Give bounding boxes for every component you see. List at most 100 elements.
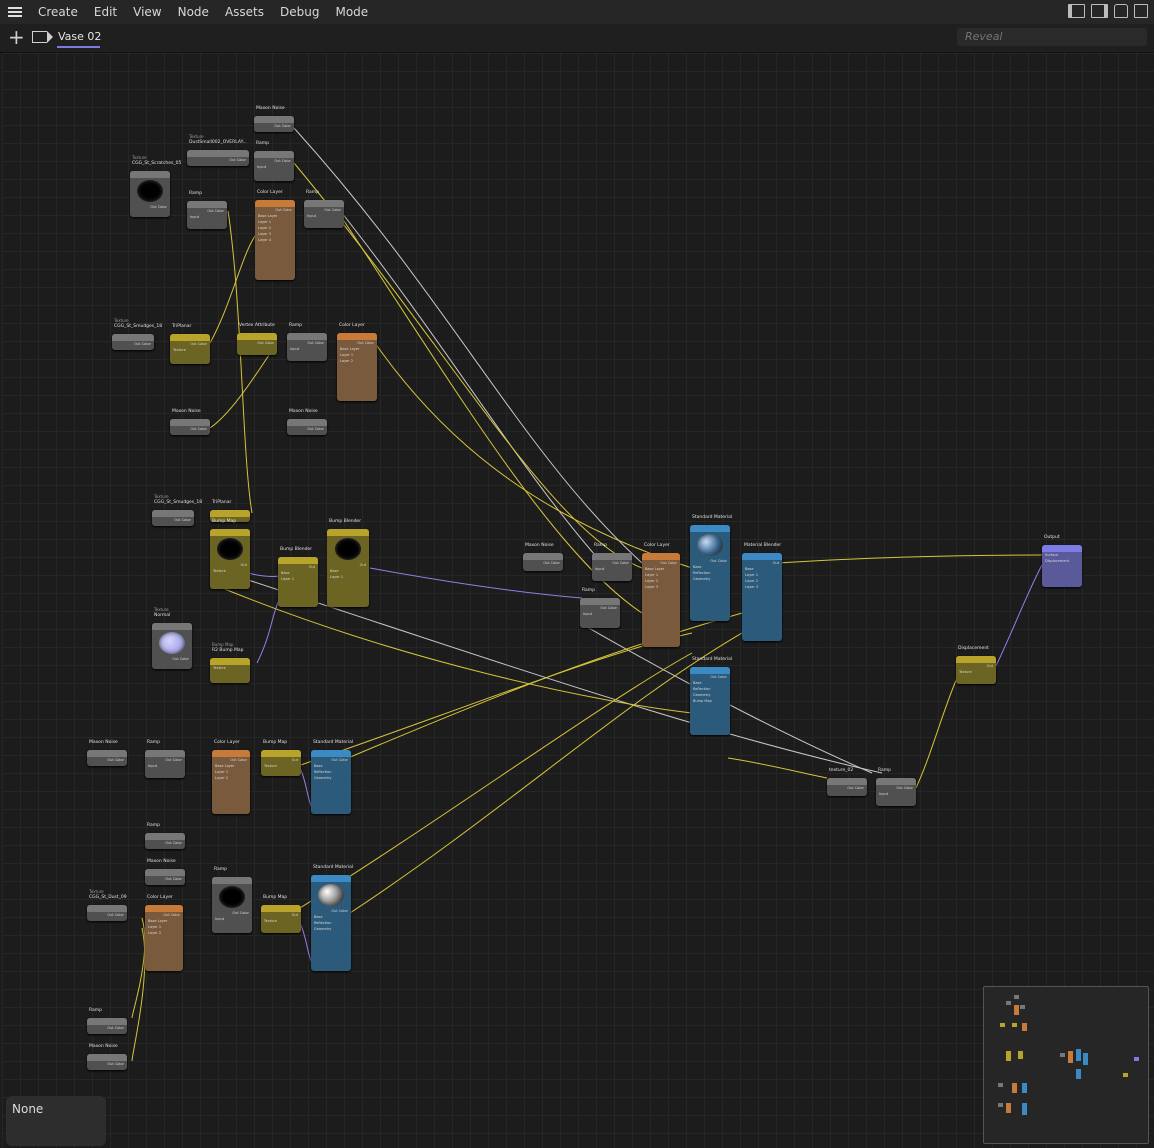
menu-create[interactable]: Create	[30, 5, 86, 19]
minimap-node	[1014, 995, 1019, 999]
menu-debug[interactable]: Debug	[272, 5, 327, 19]
node-maxon-noise[interactable]: Maxon Noise Out Color	[254, 106, 294, 132]
node-bump-blender[interactable]: Bump Blender Out Base Layer 1	[278, 547, 318, 607]
node-output[interactable]: Output Surface Displacement	[1042, 535, 1082, 587]
texture-preview-thumbnail	[137, 180, 163, 202]
node-bump-map[interactable]: Bump Map R2 Bump Map Texture	[210, 642, 250, 683]
node-bump-map[interactable]: Bump Map Out Texture	[261, 895, 301, 933]
minimap-node	[1134, 1057, 1139, 1061]
node-texture[interactable]: texture_02 Out Color	[827, 768, 867, 796]
node-bump-map[interactable]: Bump Map Out Texture	[261, 740, 301, 776]
node-color-layer[interactable]: Color Layer Out Color Base Layer Layer 1…	[212, 740, 250, 814]
texture-preview-thumbnail	[335, 538, 361, 560]
node-ramp[interactable]: Ramp Out Color	[87, 1008, 127, 1034]
menu-bar: Create Edit View Node Assets Debug Mode	[0, 0, 1154, 24]
node-texture[interactable]: Texture CGG_St_Smudges_18 Out Color	[152, 494, 202, 526]
node-maxon-noise[interactable]: Maxon Noise Out Color	[87, 740, 127, 766]
node-normal[interactable]: Texture Normal Out Color	[152, 607, 192, 669]
material-preview-thumbnail	[697, 534, 723, 556]
node-ramp[interactable]: Ramp Out Color Input	[212, 867, 252, 933]
node-maxon-noise[interactable]: Maxon Noise Out Color	[287, 409, 327, 435]
selection-status-text: None	[12, 1102, 44, 1116]
tag-icon[interactable]	[32, 31, 53, 43]
node-standard-material[interactable]: Standard Material Out Color Base Reflect…	[311, 865, 353, 971]
wire	[256, 597, 281, 664]
node-color-layer[interactable]: Color Layer Out Color Base Layer Layer 1…	[337, 323, 377, 401]
node-maxon-noise[interactable]: Maxon Noise Out Color	[523, 543, 563, 571]
minimap-node	[1060, 1053, 1065, 1057]
wire	[341, 212, 603, 564]
minimap-node	[1006, 1001, 1011, 1005]
minimap-node	[1000, 1023, 1005, 1027]
right-panel-toggle-icon[interactable]	[1091, 4, 1108, 18]
node-ramp[interactable]: Ramp Out Color Input	[876, 768, 916, 806]
node-color-layer[interactable]: Color Layer Out Color Base Layer Layer 1…	[145, 895, 183, 971]
node-ramp[interactable]: Ramp Out Color Input	[304, 190, 344, 228]
wire	[299, 652, 693, 909]
node-maxon-noise[interactable]: Maxon Noise Out Color	[170, 409, 210, 435]
node-texture[interactable]: Texture CGG_St_Scratches_05 Out Color	[130, 155, 181, 217]
normal-preview-thumbnail	[159, 632, 185, 654]
tab-vase-02[interactable]: Vase 02	[58, 30, 101, 43]
menu-edit[interactable]: Edit	[86, 5, 125, 19]
node-ramp[interactable]: Ramp Out Color Input	[287, 323, 327, 361]
node-standard-material[interactable]: Standard Material Out Color Base Reflect…	[690, 515, 732, 621]
wire	[777, 554, 1043, 564]
minimap-node	[1076, 1049, 1081, 1061]
node-maxon-noise[interactable]: Maxon Noise Out Color	[87, 1044, 127, 1070]
selection-status-panel: None	[6, 1096, 106, 1146]
wire	[727, 757, 828, 779]
node-ramp[interactable]: Ramp Out Color Input	[187, 191, 227, 229]
wire	[227, 210, 253, 514]
minimap-node	[1018, 1051, 1023, 1059]
node-material-blender[interactable]: Material Blender Out Base Layer 1 Layer …	[742, 543, 782, 641]
menu-view[interactable]: View	[125, 5, 169, 19]
navigator-minimap[interactable]	[983, 986, 1149, 1144]
menu-node[interactable]: Node	[170, 5, 217, 19]
minimap-node	[1022, 1103, 1027, 1115]
node-triplanar[interactable]: TriPlanar Out Color Texture	[170, 324, 210, 364]
node-ramp[interactable]: Ramp Out Color Input	[145, 740, 185, 778]
left-panel-toggle-icon[interactable]	[1068, 4, 1085, 18]
node-color-layer[interactable]: Color Layer Out Color Base Layer Layer 1…	[255, 190, 295, 280]
node-standard-material[interactable]: Standard Material Out Color Base Reflect…	[690, 657, 732, 735]
wire	[349, 632, 743, 914]
wire	[369, 567, 583, 599]
node-vertex-attribute[interactable]: Vertex Attribute Out Color	[237, 323, 277, 355]
node-texture[interactable]: Texture DustSmall002_OVERLAY... Out Colo…	[187, 134, 249, 166]
wire	[291, 632, 693, 769]
node-displacement[interactable]: Displacement Out Texture	[956, 646, 996, 684]
menu-mode[interactable]: Mode	[327, 5, 376, 19]
node-ramp[interactable]: Ramp Out Color Input	[580, 588, 620, 628]
node-standard-material[interactable]: Standard Material Out Color Base Reflect…	[311, 740, 353, 814]
hamburger-menu-icon[interactable]	[8, 5, 22, 19]
minimap-node	[1020, 1005, 1025, 1009]
node-editor-canvas[interactable]: Maxon Noise Out Color Ramp Out Color Inp…	[2, 53, 1154, 1148]
wire	[374, 342, 693, 569]
node-ramp[interactable]: Ramp Out Color Input	[254, 141, 294, 181]
menu-assets[interactable]: Assets	[217, 5, 272, 19]
lock-icon[interactable]	[1114, 4, 1128, 18]
minimap-node	[1076, 1069, 1081, 1079]
node-texture[interactable]: Texture CGG_St_Smudges_18 Out Color	[112, 318, 162, 350]
add-tab-icon[interactable]: +	[8, 27, 25, 47]
wire	[131, 927, 146, 1062]
node-color-layer[interactable]: Color Layer Out Color Base Layer Layer 1…	[642, 543, 680, 647]
node-ramp[interactable]: Ramp Out Color Input	[592, 543, 632, 581]
texture-preview-thumbnail	[219, 886, 245, 908]
reveal-search-input[interactable]	[957, 28, 1147, 46]
minimap-node	[1022, 1083, 1027, 1093]
minimap-node	[1006, 1103, 1011, 1113]
minimap-node	[1014, 1005, 1019, 1015]
node-bump-blender[interactable]: Bump Blender Out Base Layer 1	[327, 519, 369, 607]
minimap-node	[1012, 1083, 1017, 1093]
minimap-node	[1012, 1023, 1017, 1027]
node-bump-map[interactable]: Bump Map Out Texture	[210, 519, 250, 589]
popout-icon[interactable]	[1134, 4, 1148, 18]
node-texture[interactable]: Texture CGG_St_Dust_09 Out Color	[87, 889, 127, 921]
minimap-node	[1083, 1053, 1088, 1065]
minimap-node	[1068, 1051, 1073, 1063]
node-ramp[interactable]: Ramp Out Color	[145, 823, 185, 849]
wire	[994, 564, 1043, 669]
node-maxon-noise[interactable]: Maxon Noise Out Color	[145, 859, 185, 885]
